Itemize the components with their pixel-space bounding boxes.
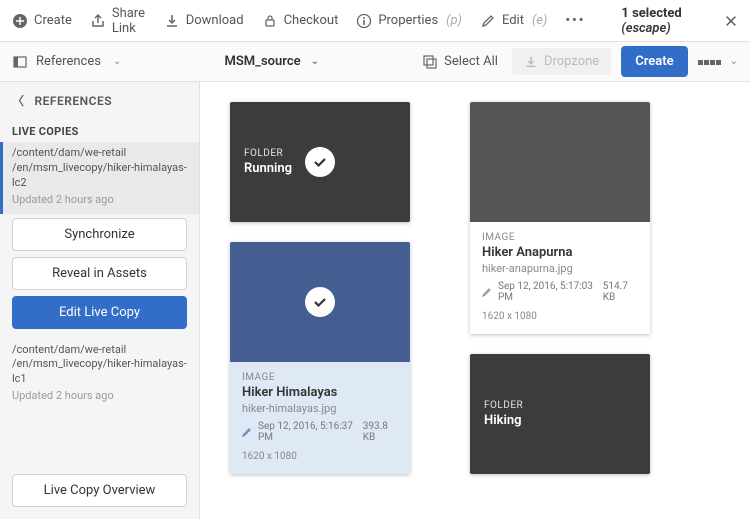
breadcrumb-label: MSM_source [224,54,300,69]
card-kind: FOLDER [484,400,636,411]
properties-button[interactable]: Properties (p) [356,13,462,29]
card-filename: hiker-anapurna.jpg [482,262,638,275]
body-area: 〈 REFERENCES LIVE COPIES /content/dam/we… [0,82,750,519]
dropzone-label: Dropzone [544,54,599,69]
live-copy-path: /content/dam/we-retail [12,343,187,358]
download-icon [164,13,180,29]
rail-back-button[interactable]: 〈 [12,92,25,109]
card-title: Hiker Himalayas [242,385,398,400]
card-date: Sep 12, 2016, 5:16:37 PM [258,421,357,443]
folder-card-hiking[interactable]: FOLDER Hiking [470,354,650,474]
card-kind: IMAGE [482,232,638,243]
live-copy-meta: Updated 2 hours ago [12,389,187,402]
escape-hint: (escape) [621,21,670,36]
plus-circle-icon [12,13,28,29]
live-copy-path: /content/dam/we-retail [12,146,187,161]
properties-shortcut: (p) [446,13,462,28]
card-name: Hiking [484,413,636,428]
live-copy-actions: Synchronize Reveal in Assets Edit Live C… [0,214,199,339]
panel-icon [12,54,28,70]
references-rail: 〈 REFERENCES LIVE COPIES /content/dam/we… [0,82,200,519]
card-size: 393.8 KB [363,421,398,443]
download-button[interactable]: Download [164,13,244,29]
create-button[interactable]: Create [12,13,72,29]
rail-header: 〈 REFERENCES [0,82,199,119]
references-label: References [36,54,101,69]
live-copy-overview-button[interactable]: Live Copy Overview [12,474,187,507]
more-actions-button[interactable]: ••• [565,13,585,28]
edit-button[interactable]: Edit (e) [480,13,547,29]
share-icon [90,13,106,29]
info-icon [356,13,372,29]
card-title: Hiker Anapurna [482,245,638,260]
pencil-icon [482,287,492,297]
card-kind: IMAGE [242,372,398,383]
download-label: Download [186,13,244,28]
close-icon [724,14,738,28]
selected-check-icon[interactable] [305,147,335,177]
chevron-down-icon: ⌄ [730,56,738,67]
chevron-down-icon: ⌄ [113,56,121,67]
checkout-button[interactable]: Checkout [262,13,339,29]
checkout-label: Checkout [284,13,339,28]
select-all-button[interactable]: Select All [422,54,498,70]
download-arrow-icon [524,55,538,69]
card-overlay: FOLDER Hiking [470,354,650,474]
card-date: Sep 12, 2016, 5:17:03 PM [498,281,597,303]
live-copy-item[interactable]: /content/dam/we-retail /en/msm_livecopy/… [0,339,199,411]
live-copy-path: /en/msm_livecopy/hiker-himalayas-lc1 [12,357,187,387]
image-card-anapurna[interactable]: IMAGE Hiker Anapurna hiker-anapurna.jpg … [470,102,650,334]
rail-title: REFERENCES [35,94,113,108]
select-all-icon [422,54,438,70]
selection-status: 1 selected (escape) [621,6,698,36]
dropzone-button: Dropzone [512,48,611,75]
share-link-label: Share Link [112,6,146,36]
image-card-himalayas[interactable]: IMAGE Hiker Himalayas hiker-himalayas.jp… [230,242,410,474]
pencil-icon [480,13,496,29]
view-switcher[interactable]: ⌄ [698,54,738,69]
breadcrumb[interactable]: MSM_source ⌄ [121,54,422,69]
pencil-icon [242,427,252,437]
select-all-label: Select All [444,54,498,69]
selection-count: 1 selected [621,6,681,21]
lock-icon [262,13,278,29]
edit-live-copy-button[interactable]: Edit Live Copy [12,296,187,329]
rail-section-label: LIVE COPIES [0,119,199,142]
edit-label: Edit [502,13,524,28]
rail-toggle-references[interactable]: References ⌄ [12,54,121,70]
edit-shortcut: (e) [532,13,547,28]
navigation-bar: References ⌄ MSM_source ⌄ Select All Dro… [0,42,750,82]
selected-check-icon[interactable] [305,287,335,317]
action-toolbar: Create Share Link Download Checkout Prop… [0,0,750,42]
close-selection-button[interactable] [724,12,738,30]
card-dimensions: 1620 x 1080 [242,451,398,462]
live-copy-item[interactable]: /content/dam/we-retail /en/msm_livecopy/… [0,142,199,214]
create-label: Create [34,13,72,28]
grid-icon [698,54,722,69]
create-primary-button[interactable]: Create [621,46,687,77]
synchronize-button[interactable]: Synchronize [12,218,187,251]
chevron-down-icon: ⌄ [311,56,319,67]
live-copy-meta: Updated 2 hours ago [12,193,187,206]
asset-grid: FOLDER Running IMAGE Hiker Himalayas hik… [200,82,750,519]
create-primary-label: Create [635,54,673,69]
card-filename: hiker-himalayas.jpg [242,402,398,415]
reveal-in-assets-button[interactable]: Reveal in Assets [12,257,187,290]
properties-label: Properties [378,13,438,28]
folder-card-running[interactable]: FOLDER Running [230,102,410,222]
card-size: 514.7 KB [603,281,638,303]
card-dimensions: 1620 x 1080 [482,311,638,322]
share-link-button[interactable]: Share Link [90,6,146,36]
live-copy-path: /en/msm_livecopy/hiker-himalayas-lc2 [12,161,187,191]
